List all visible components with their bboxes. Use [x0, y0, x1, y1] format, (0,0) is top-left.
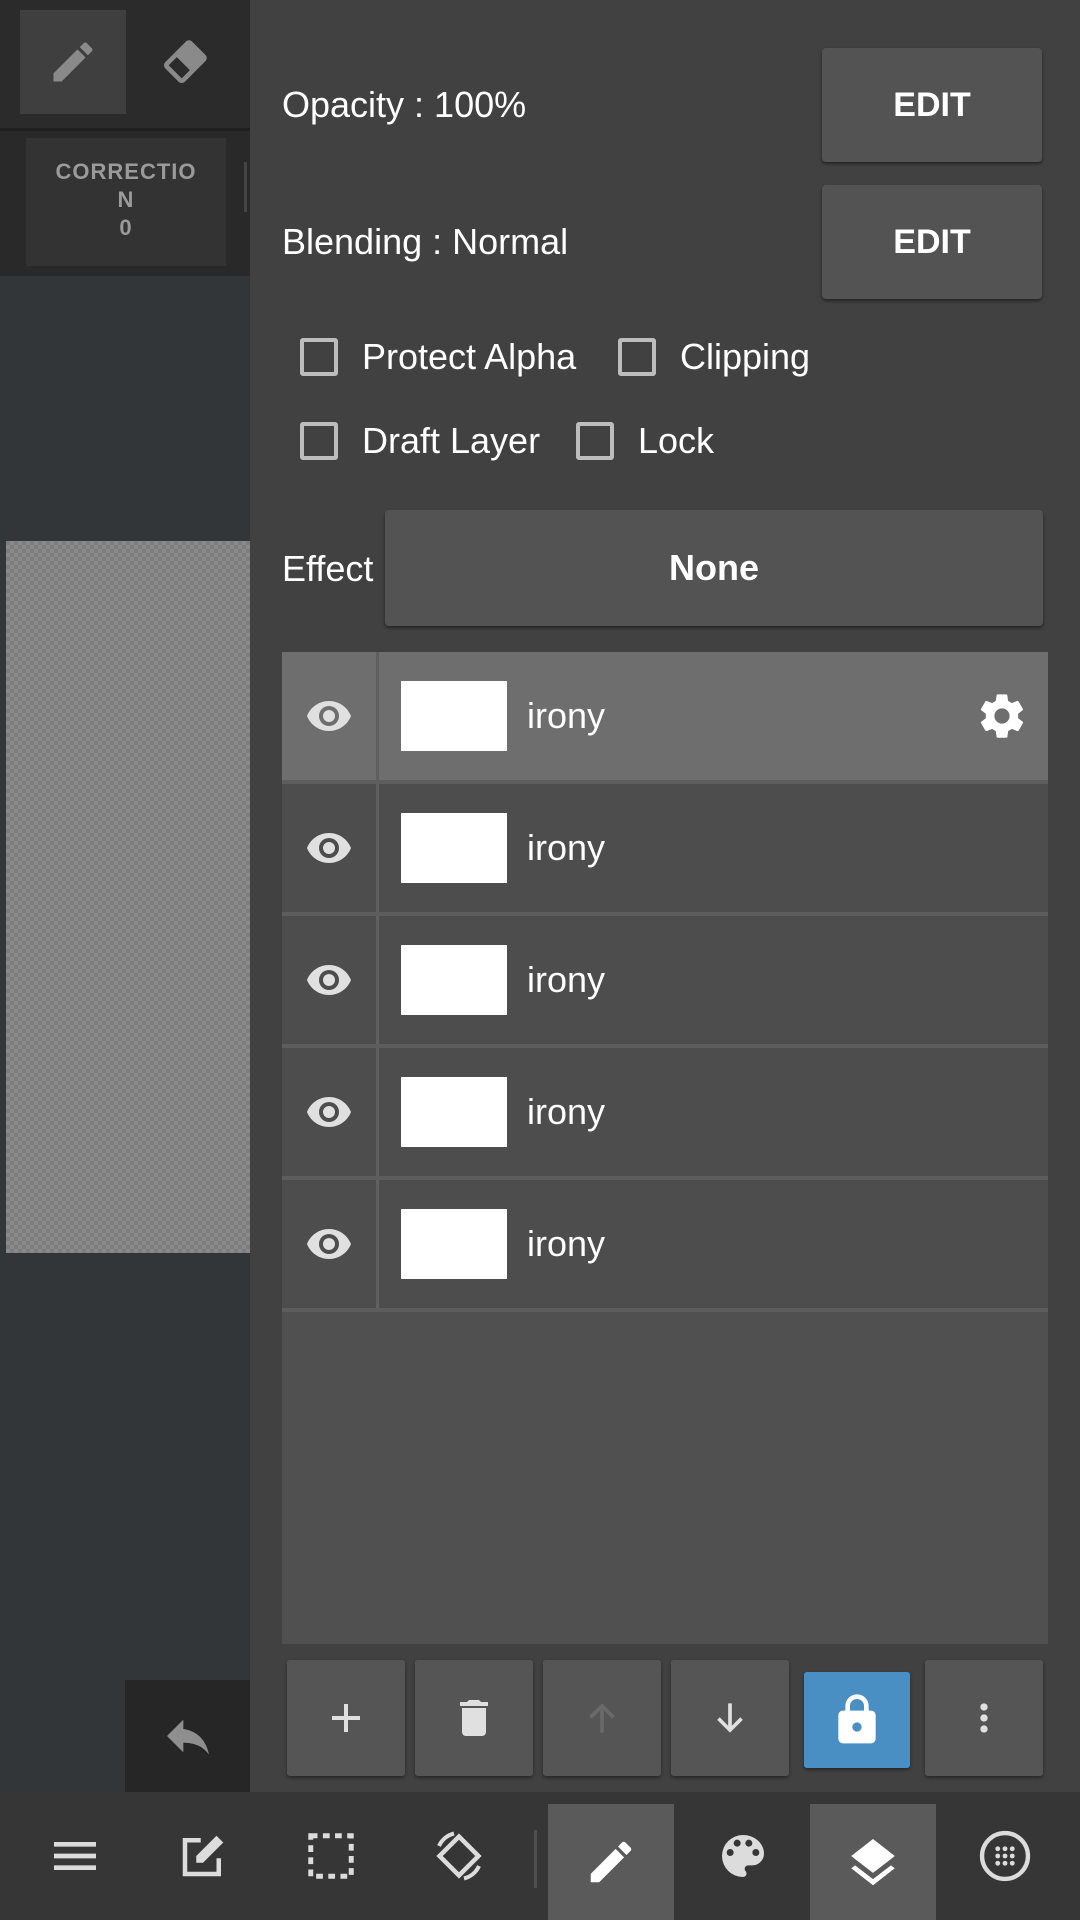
layer-name: irony [527, 1223, 606, 1264]
layer-list: irony irony irony irony irony [282, 652, 1048, 1644]
layers-nav-button[interactable] [810, 1804, 936, 1920]
correction-line-1: CORRECTIO [55, 159, 197, 184]
eraser-icon [164, 40, 207, 83]
eye-icon [307, 1097, 351, 1127]
lock-layer-button[interactable] [804, 1672, 910, 1768]
checkbox-label: Lock [638, 420, 715, 461]
edit-canvas-button[interactable] [140, 1804, 266, 1908]
pen-tool-nav[interactable] [548, 1804, 674, 1920]
layer-thumbnail [401, 1209, 507, 1279]
layer-row[interactable]: irony [282, 652, 1048, 784]
protect-alpha-checkbox[interactable]: Protect Alpha [300, 336, 576, 378]
color-button[interactable] [680, 1804, 806, 1908]
canvas[interactable] [6, 541, 250, 1253]
edit-icon [182, 1835, 224, 1877]
eye-icon [307, 701, 351, 731]
rotate-canvas-button[interactable] [396, 1804, 522, 1908]
selection-icon [308, 1833, 354, 1879]
correction-value: 0 [119, 215, 133, 240]
more-options-button[interactable] [925, 1660, 1043, 1776]
undo-button[interactable] [125, 1680, 250, 1792]
checkbox-box[interactable] [618, 338, 656, 376]
material-icon [979, 1830, 1031, 1882]
layer-name: irony [527, 959, 606, 1000]
checkbox-label: Draft Layer [362, 420, 541, 461]
nav-divider [534, 1830, 537, 1888]
layer-row[interactable]: irony [282, 784, 1048, 916]
checkbox-box[interactable] [576, 422, 614, 460]
eye-icon [307, 1229, 351, 1259]
correction-line-2: N [117, 187, 135, 212]
correction-button[interactable]: CORRECTIO N 0 [26, 138, 226, 266]
eye-icon [307, 833, 351, 863]
menu-button[interactable] [12, 1804, 138, 1908]
layer-name: irony [527, 1091, 606, 1132]
checkbox-box[interactable] [300, 422, 338, 460]
effect-label: Effect [282, 548, 374, 589]
move-layer-up-button[interactable] [543, 1660, 661, 1776]
lock-checkbox[interactable]: Lock [576, 420, 714, 462]
visibility-toggle[interactable] [282, 652, 379, 780]
move-layer-down-button[interactable] [671, 1660, 789, 1776]
visibility-toggle[interactable] [282, 916, 379, 1044]
bottom-nav-bar [0, 1792, 1080, 1920]
menu-icon [54, 1842, 96, 1870]
lock-icon [838, 1694, 876, 1744]
eye-icon [307, 965, 351, 995]
pen-icon [590, 1841, 632, 1883]
layer-thumbnail [401, 681, 507, 751]
gear-icon[interactable] [976, 690, 1028, 742]
layer-actions [282, 1660, 1048, 1780]
checkbox-label: Clipping [680, 336, 811, 377]
clipping-checkbox[interactable]: Clipping [618, 336, 810, 378]
undo-icon [166, 1719, 209, 1755]
opacity-edit-button[interactable]: EDIT [822, 48, 1042, 162]
material-button[interactable] [942, 1804, 1068, 1908]
layer-thumbnail [401, 813, 507, 883]
checkbox-label: Protect Alpha [362, 336, 577, 377]
rotate-icon [436, 1831, 482, 1881]
layer-name: irony [527, 695, 606, 736]
layer-row[interactable]: irony [282, 916, 1048, 1048]
eraser-tool-button[interactable] [132, 10, 238, 114]
draft-layer-checkbox[interactable]: Draft Layer [300, 420, 540, 462]
checkbox-box[interactable] [300, 338, 338, 376]
visibility-toggle[interactable] [282, 1048, 379, 1176]
layers-icon [851, 1839, 895, 1886]
pen-tool-button[interactable] [20, 10, 126, 114]
divider [244, 162, 247, 212]
effect-button[interactable]: None [385, 510, 1043, 626]
more-vertical-icon [980, 1703, 988, 1733]
pencil-icon [53, 42, 93, 82]
layer-name: irony [527, 827, 606, 868]
add-icon [332, 1704, 360, 1732]
layer-row[interactable]: irony [282, 1048, 1048, 1180]
add-layer-button[interactable] [287, 1660, 405, 1776]
blending-label: Blending : Normal [282, 221, 569, 262]
opacity-label: Opacity : 100% [282, 84, 527, 125]
palette-icon [722, 1835, 764, 1877]
selection-button[interactable] [268, 1804, 394, 1908]
trash-icon [460, 1700, 488, 1736]
layer-row[interactable]: irony [282, 1180, 1048, 1312]
arrow-up-icon [589, 1703, 615, 1733]
arrow-down-icon [717, 1703, 743, 1733]
visibility-toggle[interactable] [282, 784, 379, 912]
visibility-toggle[interactable] [282, 1180, 379, 1308]
delete-layer-button[interactable] [415, 1660, 533, 1776]
blending-edit-button[interactable]: EDIT [822, 185, 1042, 299]
layer-thumbnail [401, 1077, 507, 1147]
layer-thumbnail [401, 945, 507, 1015]
